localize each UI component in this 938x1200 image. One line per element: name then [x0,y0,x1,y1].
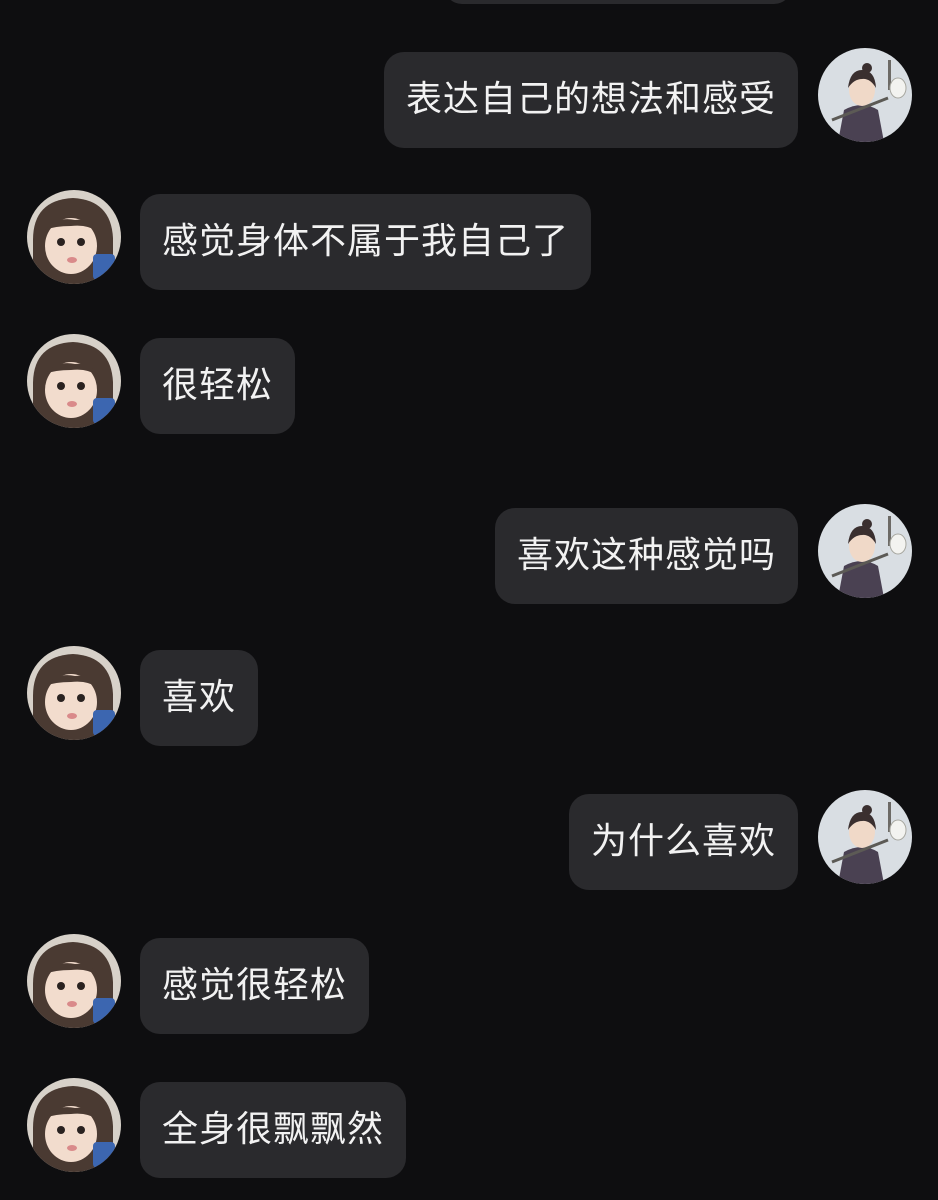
message-text: 表达自己的想法和感受 [405,79,776,120]
message-row-incoming: 感觉身体不属于我自己了 [0,190,938,290]
illustrated-man-avatar[interactable] [818,48,912,142]
previous-message-bubble[interactable] [444,0,792,4]
message-bubble[interactable]: 全身很飘飘然 [140,1082,407,1178]
message-row-outgoing: 为什么喜欢 [0,790,938,890]
message-bubble[interactable]: 喜欢 [140,650,259,746]
message-text: 很轻松 [162,365,274,406]
illustrated-man-avatar[interactable] [818,790,912,884]
message-bubble[interactable]: 感觉身体不属于我自己了 [140,194,592,290]
girl-photo-avatar[interactable] [27,334,121,428]
message-text: 喜欢 [162,677,237,718]
message-bubble[interactable]: 感觉很轻松 [140,938,370,1034]
message-bubble[interactable]: 很轻松 [140,338,296,434]
girl-photo-avatar[interactable] [27,934,121,1028]
message-row-incoming: 感觉很轻松 [0,934,938,1034]
message-bubble[interactable]: 表达自己的想法和感受 [383,52,798,148]
message-bubble[interactable]: 为什么喜欢 [568,794,798,890]
message-text: 喜欢这种感觉吗 [516,535,776,576]
message-text: 为什么喜欢 [590,821,776,862]
message-row-incoming: 全身很飘飘然 [0,1078,938,1178]
message-bubble[interactable]: 喜欢这种感觉吗 [494,508,798,604]
message-text: 全身很飘飘然 [162,1109,385,1150]
message-row-incoming: 喜欢 [0,646,938,746]
message-row-outgoing: 表达自己的想法和感受 [0,48,938,148]
message-text: 感觉身体不属于我自己了 [162,221,570,262]
message-row-outgoing: 喜欢这种感觉吗 [0,504,938,604]
girl-photo-avatar[interactable] [27,190,121,284]
girl-photo-avatar[interactable] [27,646,121,740]
illustrated-man-avatar[interactable] [818,504,912,598]
chat-thread: 表达自己的想法和感受 感觉身体不属于我自己了 很轻松 喜欢这种感觉吗 喜欢 为什… [0,0,938,1200]
girl-photo-avatar[interactable] [27,1078,121,1172]
message-text: 感觉很轻松 [162,965,348,1006]
message-row-incoming: 很轻松 [0,334,938,434]
